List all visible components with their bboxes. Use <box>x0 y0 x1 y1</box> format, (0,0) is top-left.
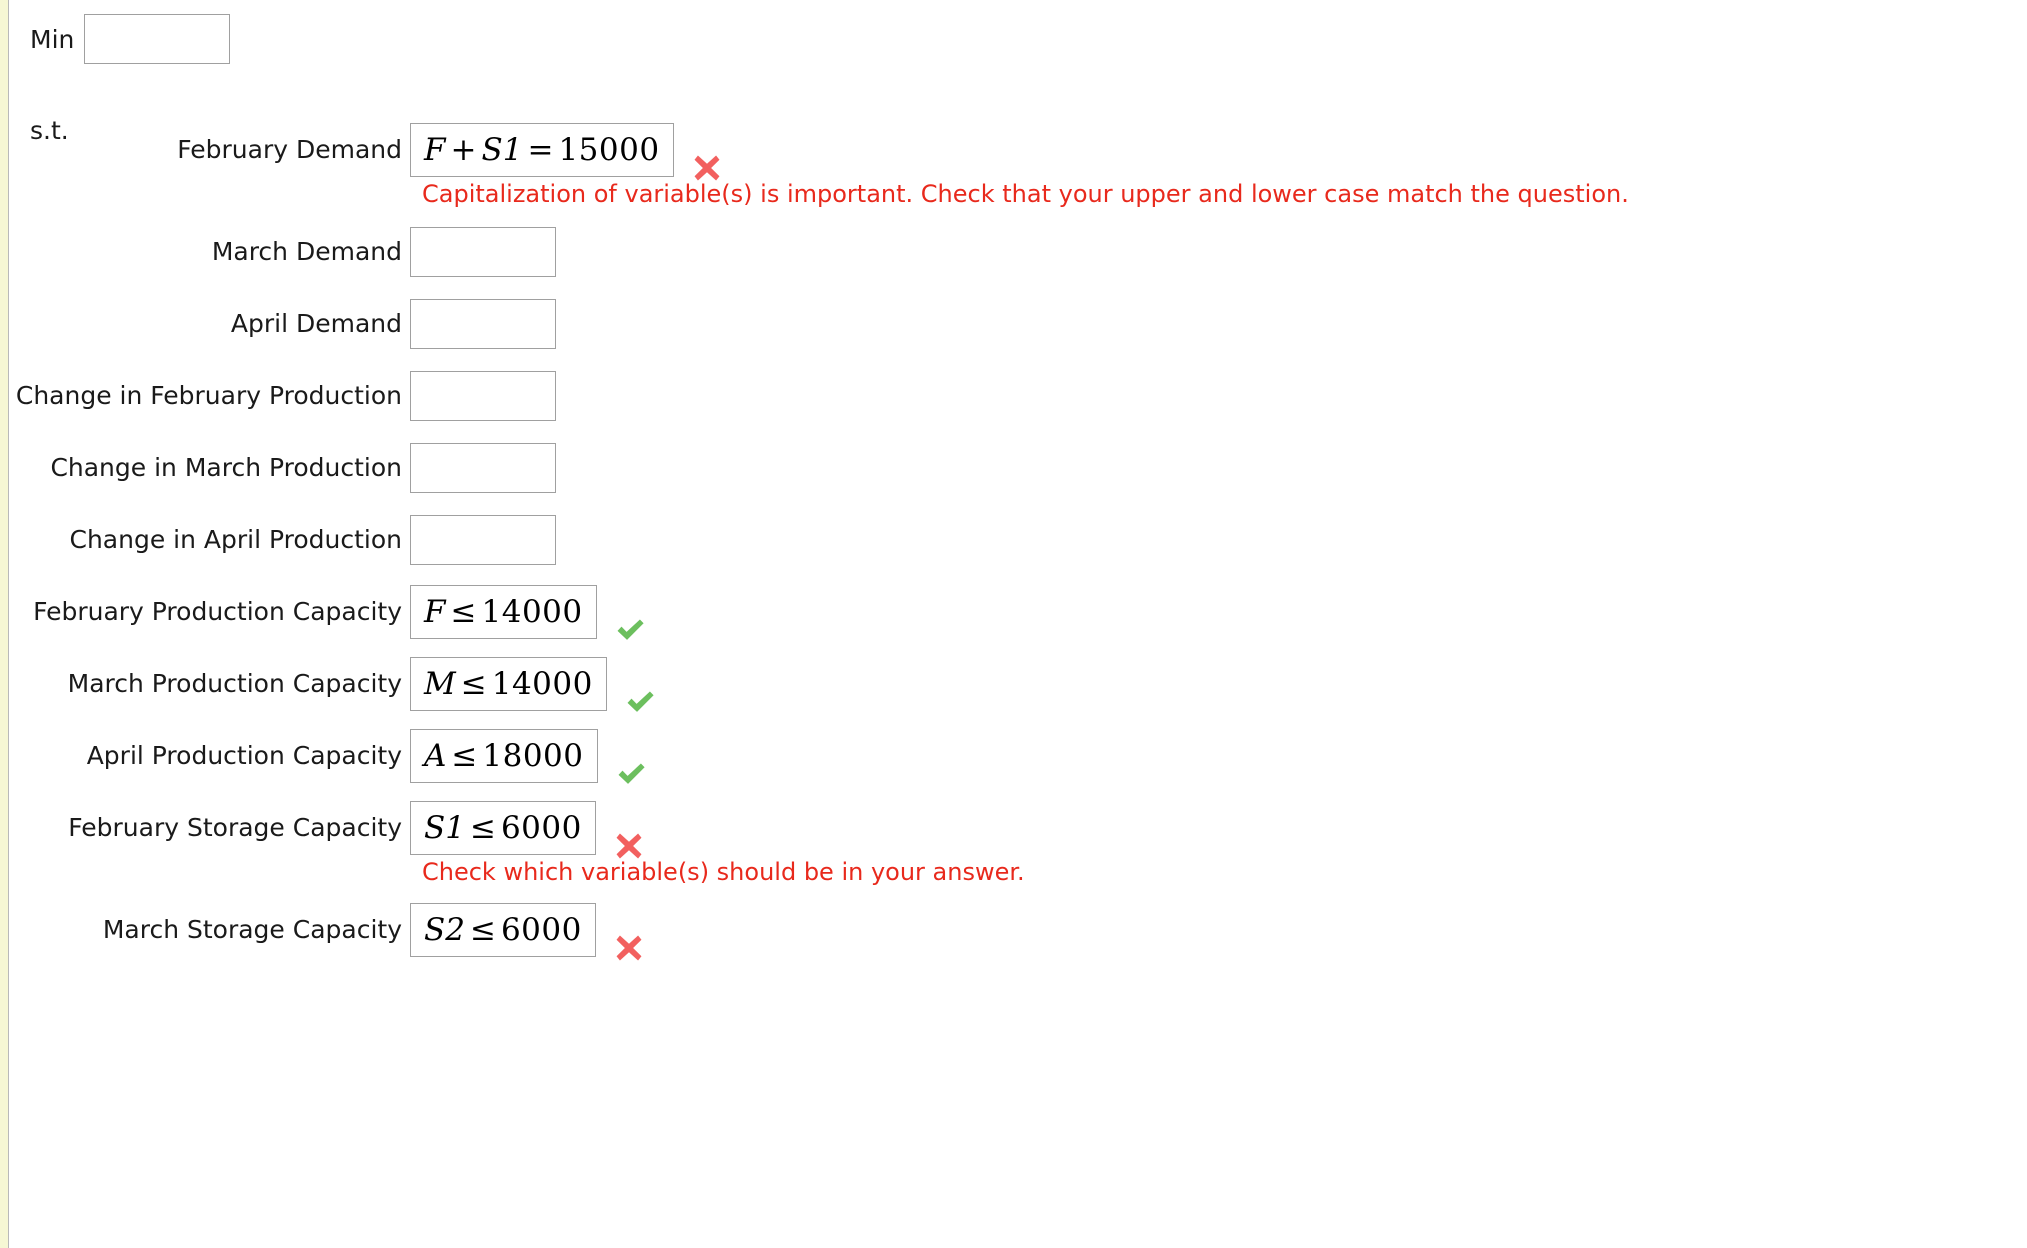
feedback-message: Capitalization of variable(s) is importa… <box>422 180 1629 208</box>
constraint-row: February Production Capacity F ≤14000 <box>10 580 2027 644</box>
constraint-row: Change in February Production <box>10 364 2027 428</box>
constraint-label: March Storage Capacity <box>102 914 402 944</box>
constraint-row: March Demand <box>10 220 2027 284</box>
objective-label: Min <box>30 24 75 54</box>
objective-input[interactable] <box>84 14 231 64</box>
constraint-row: Change in April Production <box>10 508 2027 572</box>
constraint-input[interactable] <box>410 515 556 565</box>
math-token-num: 6000 <box>500 912 582 948</box>
constraint-row: April Production Capacity A ≤18000 <box>10 724 2027 788</box>
constraint-row: February Storage Capacity S1 ≤6000 <box>10 796 2027 860</box>
math-token-var: S1 <box>424 810 465 846</box>
constraint-row: April Demand <box>10 292 2027 356</box>
math-token-op: ≤ <box>469 810 496 846</box>
constraint-label: Change in April Production <box>69 524 403 554</box>
constraint-label: April Production Capacity <box>86 740 402 770</box>
math-token-op: = <box>527 132 554 168</box>
constraint-row: March Storage Capacity S2 ≤6000 <box>10 898 2027 962</box>
constraint-expression[interactable]: F ≤14000 <box>410 585 597 639</box>
constraint-label: Change in March Production <box>50 452 402 482</box>
constraint-input[interactable] <box>410 227 556 277</box>
check-icon <box>613 613 647 647</box>
constraint-label: February Production Capacity <box>33 596 402 626</box>
math-token-num: 18000 <box>482 738 584 774</box>
math-token-num: 14000 <box>491 666 593 702</box>
objective-row: Min <box>30 14 231 64</box>
math-token-var: A <box>424 738 447 774</box>
constraint-input[interactable] <box>410 443 556 493</box>
math-token-num: 6000 <box>500 810 582 846</box>
constraint-label: February Storage Capacity <box>68 812 402 842</box>
constraint-row: February Demand F + S1 = 15000 <box>10 118 2027 182</box>
constraint-input[interactable] <box>410 299 556 349</box>
math-token-op: ≤ <box>451 738 478 774</box>
constraint-label: February Demand <box>177 134 402 164</box>
left-gutter-strip <box>0 0 9 1248</box>
constraint-expression[interactable]: A ≤18000 <box>410 729 598 783</box>
feedback-message: Check which variable(s) should be in you… <box>422 858 1025 886</box>
math-token-op: + <box>450 132 477 168</box>
cross-icon <box>612 931 646 965</box>
constraint-expression[interactable]: F + S1 = 15000 <box>410 123 674 177</box>
constraint-label: Change in February Production <box>15 380 402 410</box>
math-token-op: ≤ <box>460 666 487 702</box>
check-icon <box>614 757 648 791</box>
constraint-label: March Demand <box>211 236 402 266</box>
math-token-var: S2 <box>424 912 465 948</box>
math-token-var: M <box>424 666 456 702</box>
constraint-expression[interactable]: S2 ≤6000 <box>410 903 596 957</box>
math-token-op: ≤ <box>450 594 477 630</box>
math-token-var: F <box>424 132 446 168</box>
math-token-num: 15000 <box>558 132 660 168</box>
constraint-row: Change in March Production <box>10 436 2027 500</box>
constraint-expression[interactable]: S1 ≤6000 <box>410 801 596 855</box>
constraint-label: April Demand <box>230 308 402 338</box>
math-token-op: ≤ <box>469 912 496 948</box>
constraint-label: March Production Capacity <box>67 668 402 698</box>
constraint-input[interactable] <box>410 371 556 421</box>
math-token-var: S1 <box>481 132 523 168</box>
math-token-var: F <box>424 594 446 630</box>
math-token-num: 14000 <box>481 594 583 630</box>
answer-form: Min s.t. February Demand F + S1 = 15000 Capita… <box>10 0 2027 1248</box>
constraint-row: March Production Capacity M ≤14000 <box>10 652 2027 716</box>
check-icon <box>623 685 657 719</box>
constraint-expression[interactable]: M ≤14000 <box>410 657 607 711</box>
